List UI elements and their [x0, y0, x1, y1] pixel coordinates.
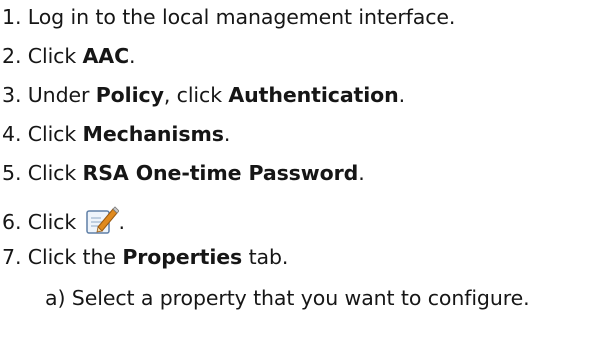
step-text-prefix: Click the	[27, 245, 123, 269]
step-1: 1. Log in to the local management interf…	[2, 4, 455, 30]
step-text-suffix: .	[223, 122, 231, 146]
step-4: 4. Click Mechanisms.	[2, 121, 230, 147]
step-text-suffix: .	[398, 83, 406, 107]
step-text-prefix: Click	[27, 210, 83, 234]
edit-icon	[85, 205, 119, 235]
step-number: 1.	[2, 5, 22, 29]
step-number: 2.	[2, 44, 22, 68]
step-text-suffix: .	[129, 44, 136, 68]
step-text-suffix: .	[118, 210, 126, 234]
ui-label-rsa-one-time-password: RSA One-time Password	[82, 161, 359, 185]
step-text-prefix: Click	[27, 122, 83, 146]
step-number: 3.	[2, 83, 22, 107]
step-text-suffix: tab.	[242, 245, 289, 269]
step-number: 6.	[2, 210, 22, 234]
step-5: 5. Click RSA One-time Password.	[2, 160, 365, 186]
ui-label-policy: Policy	[95, 83, 164, 107]
step-number: 7.	[2, 245, 22, 269]
step-2: 2. Click AAC.	[2, 43, 136, 69]
step-number: 5.	[2, 161, 22, 185]
ui-label-mechanisms: Mechanisms	[82, 122, 224, 146]
step-text-prefix: Click	[27, 161, 83, 185]
step-7: 7. Click the Properties tab.	[2, 244, 288, 270]
step-3: 3. Under Policy, click Authentication.	[2, 82, 405, 108]
ui-label-properties: Properties	[122, 245, 243, 269]
step-6: 6. Click .	[2, 205, 125, 235]
step-text-middle: , click	[163, 83, 229, 107]
ui-label-authentication: Authentication	[228, 83, 399, 107]
substep-text: Select a property that you want to confi…	[71, 286, 530, 310]
substep-a: a) Select a property that you want to co…	[45, 285, 530, 311]
step-number: 4.	[2, 122, 22, 146]
substep-marker: a)	[45, 286, 66, 310]
step-text: Log in to the local management interface…	[27, 5, 456, 29]
step-text-prefix: Under	[27, 83, 96, 107]
step-text-suffix: .	[358, 161, 365, 185]
ui-label-aac: AAC	[82, 44, 130, 68]
step-text-prefix: Click	[27, 44, 83, 68]
